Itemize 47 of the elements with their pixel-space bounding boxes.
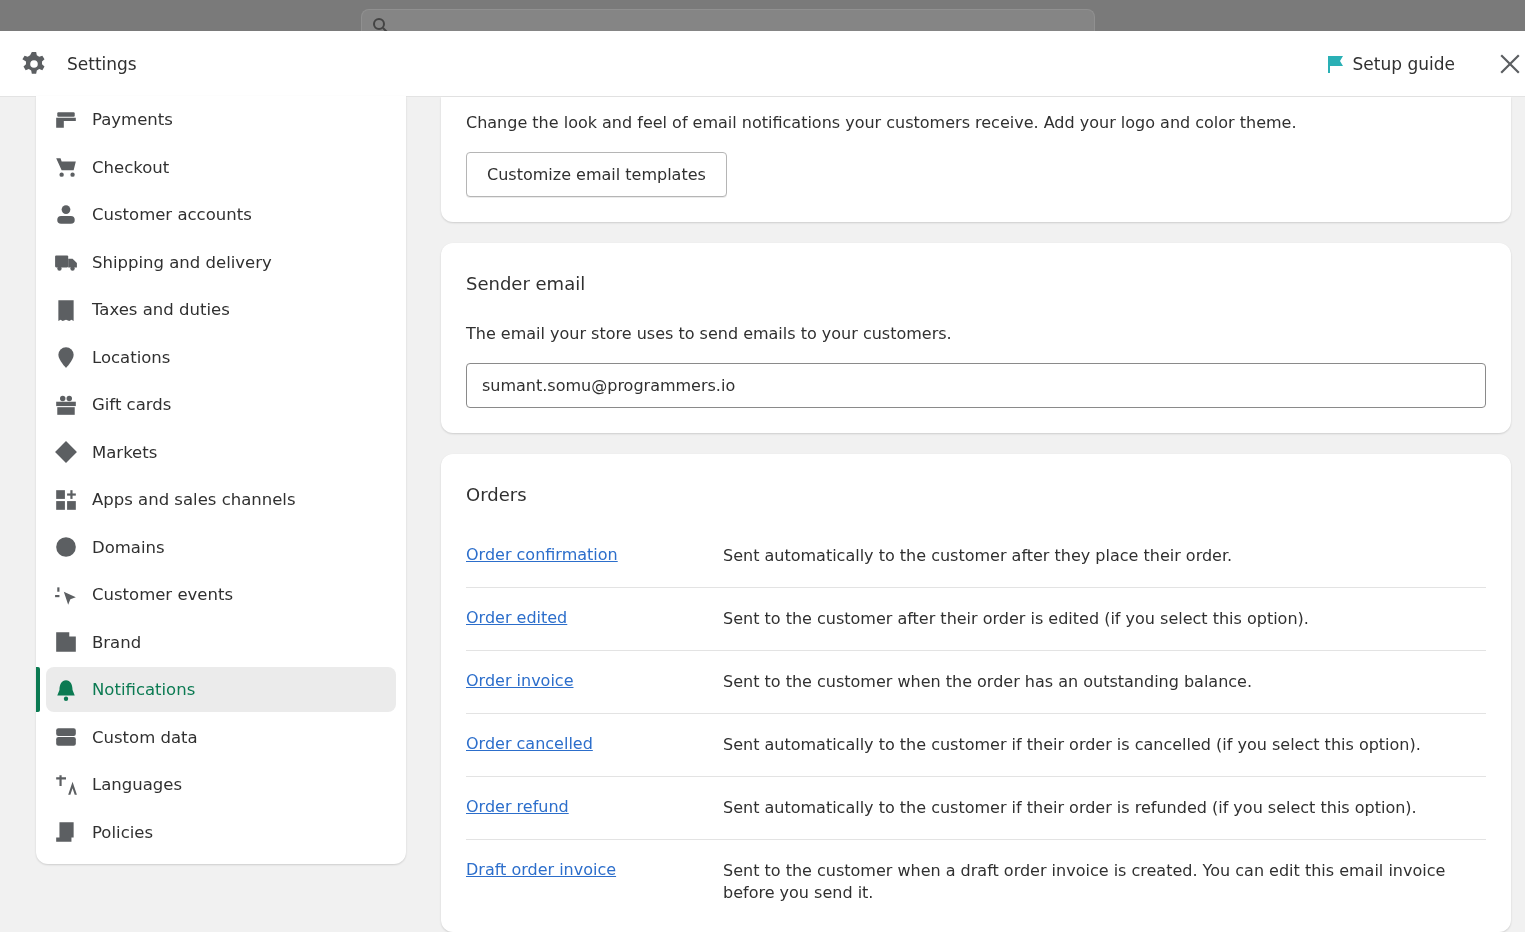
nav-icon xyxy=(54,155,78,180)
notification-description: Sent to the customer when the order has an outstanding balance. xyxy=(723,671,1253,693)
card-title: Sender email xyxy=(466,273,587,294)
close-button[interactable] xyxy=(1499,52,1521,75)
sidebar-item[interactable]: Brand xyxy=(46,619,396,665)
close-icon xyxy=(1499,52,1521,75)
notification-description: Sent to the customer after their order is edited (if you select this option). xyxy=(723,608,1309,630)
sidebar-item[interactable]: Gift cards xyxy=(46,382,396,428)
card-title: Orders xyxy=(466,484,528,505)
customize-templates-button[interactable]: Customize email templates xyxy=(466,152,727,197)
search-icon xyxy=(371,17,388,33)
notification-description: Sent to the customer when a draft order invoice is created. You can edit this email invoice before you send it. xyxy=(723,860,1447,904)
sidebar-item[interactable]: Policies xyxy=(46,809,396,855)
settings-icon xyxy=(21,50,47,77)
notification-link[interactable]: Order refund xyxy=(466,797,723,816)
sidebar-item[interactable]: Custom data xyxy=(46,714,396,760)
sidebar-item[interactable]: Locations xyxy=(46,334,396,380)
settings-title: Settings xyxy=(67,53,137,74)
notification-link[interactable]: Order invoice xyxy=(466,671,723,690)
sidebar-item[interactable]: Payments xyxy=(46,97,396,143)
sidebar-item[interactable]: Markets xyxy=(46,429,396,475)
nav-icon xyxy=(54,487,78,512)
notification-description: Sent automatically to the customer if their order is cancelled (if you select this option). xyxy=(723,734,1421,756)
nav-icon xyxy=(54,202,78,227)
sidebar-item[interactable]: Notifications xyxy=(46,667,396,713)
sidebar-item[interactable]: Languages xyxy=(46,762,396,808)
sidebar-item[interactable]: Customer accounts xyxy=(46,192,396,238)
sidebar-item[interactable]: Apps and sales channels xyxy=(46,477,396,523)
email-field[interactable]: sumant.somu@programmers.io xyxy=(466,363,1486,408)
sidebar-item[interactable]: Customer events xyxy=(46,572,396,618)
sidebar-item[interactable]: Checkout xyxy=(46,144,396,190)
notification-description: Sent automatically to the customer if their order is refunded (if you select this option). xyxy=(723,797,1417,819)
nav-icon xyxy=(54,535,78,560)
nav-icon xyxy=(54,630,78,655)
notification-link[interactable]: Order confirmation xyxy=(466,545,723,564)
nav-icon xyxy=(54,440,78,465)
nav-icon xyxy=(54,772,78,797)
sidebar-item[interactable]: Taxes and duties xyxy=(46,287,396,333)
card-description: Change the look and feel of email notifications your customers receive. Add your logo and color theme. xyxy=(466,113,1298,132)
notification-link[interactable]: Order cancelled xyxy=(466,734,723,753)
notification-link[interactable]: Draft order invoice xyxy=(466,860,723,879)
card-description: The email your store uses to send emails to your customers. xyxy=(466,324,953,343)
sidebar-item[interactable]: Shipping and delivery xyxy=(46,239,396,285)
setup-guide-button[interactable]: Setup guide xyxy=(1324,53,1455,74)
notification-description: Sent automatically to the customer after they place their order. xyxy=(723,545,1233,567)
notification-link[interactable]: Order edited xyxy=(466,608,723,627)
sidebar-item[interactable]: Domains xyxy=(46,524,396,570)
